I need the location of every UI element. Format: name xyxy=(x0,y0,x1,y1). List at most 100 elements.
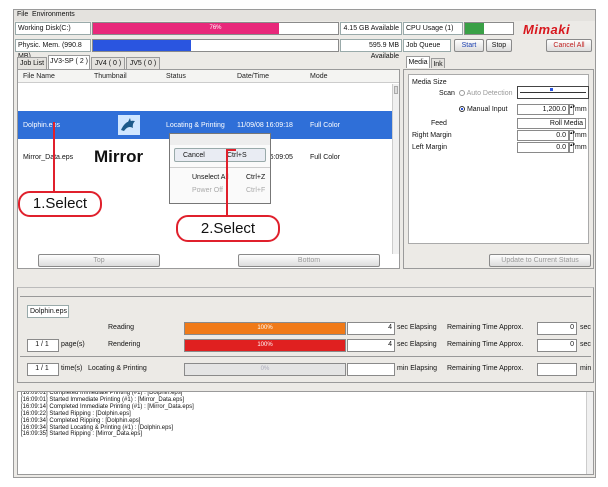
app-window: File Environments Working Disk(C:) 76% 4… xyxy=(13,9,596,478)
locating-elapsing-label: min Elapsing xyxy=(397,365,438,372)
radio-on-icon xyxy=(459,106,465,113)
reading-sec-unit: sec xyxy=(580,324,591,331)
media-size-title: Media Size xyxy=(412,79,447,86)
unit-label: mm xyxy=(575,144,587,151)
phys-mem-label: Physic. Mem. (990.8 MB) xyxy=(15,39,91,60)
row-datetime: 11/09/08 16:09:18 xyxy=(237,122,293,129)
media-width-graphic xyxy=(517,86,589,99)
context-menu-cancel[interactable]: Cancel Ctrl+S xyxy=(174,148,266,162)
scroll-down-icon[interactable] xyxy=(394,264,398,270)
stop-button[interactable]: Stop xyxy=(486,39,512,52)
menu-file[interactable]: File xyxy=(17,11,28,18)
tab-jv5[interactable]: JV5 ( 0 ) xyxy=(126,57,160,69)
tab-jv4[interactable]: JV4 ( 0 ) xyxy=(91,57,125,69)
scroll-up-icon[interactable] xyxy=(394,86,398,94)
bottom-button[interactable]: Bottom xyxy=(238,254,380,267)
pages-counter: 1 / 1 xyxy=(27,339,59,352)
times-label: time(s) xyxy=(61,365,83,372)
tab-jv3-sp[interactable]: JV3-SP ( 2 ) xyxy=(48,55,90,69)
callout-2-pointer xyxy=(226,149,228,215)
media-center-marker xyxy=(550,88,553,91)
start-button[interactable]: Start xyxy=(454,39,484,52)
row-file-name: Mirror_Data.eps xyxy=(23,154,74,161)
log-line: [16:09:14] Completed Immediate Printing … xyxy=(21,403,194,410)
callout-2-pointer-arm xyxy=(226,149,236,151)
col-thumbnail[interactable]: Thumbnail xyxy=(94,70,127,83)
rendering-label: Rendering xyxy=(108,341,141,348)
log-line: [16:09:34] Completed Ripping : [Dolphin.… xyxy=(21,417,141,424)
callout-1-select: 1.Select xyxy=(18,191,102,217)
locating-bar: 0% xyxy=(184,363,346,376)
svg-text:Mimaki: Mimaki xyxy=(523,22,570,36)
context-menu: Cancel Ctrl+S Unselect All Ctrl+Z Power … xyxy=(169,133,271,204)
reading-bar: 100% xyxy=(184,322,346,335)
rendering-elapsing-label: sec Elapsing xyxy=(397,341,437,348)
log-line: [16:09:22] Started Ripping : [Dolphin.ep… xyxy=(21,410,131,417)
tab-media[interactable]: Media xyxy=(406,56,430,68)
scan-label: Scan xyxy=(439,90,455,97)
row-mode: Full Color xyxy=(310,154,340,161)
working-disk-bar: 76% xyxy=(92,22,339,35)
context-menu-hidden-item xyxy=(170,134,270,145)
radio-off-icon xyxy=(459,90,465,97)
progress-panel: Dolphin.eps Reading 100% 4 sec Elapsing … xyxy=(17,287,594,383)
row-mode: Full Color xyxy=(310,122,340,129)
job-queue-label: Job Queue xyxy=(403,39,451,52)
tab-ink[interactable]: Ink xyxy=(431,58,445,68)
menu-bar: File Environments xyxy=(14,10,595,21)
unit-label: mm xyxy=(575,132,587,139)
unselect-menu-shortcut: Ctrl+Z xyxy=(246,174,266,181)
rendering-seconds: 4 xyxy=(347,339,395,352)
auto-detection-label: Auto Detection xyxy=(466,90,513,97)
phys-mem-pct: 40% xyxy=(209,42,222,48)
log-panel: [16:09:01] Completed Immediate Printing … xyxy=(17,391,594,475)
top-button[interactable]: Top xyxy=(38,254,160,267)
col-datetime[interactable]: Date/Time xyxy=(237,70,269,83)
rendering-pct: 100% xyxy=(257,342,273,348)
context-menu-unselect-all[interactable]: Unselect All Ctrl+Z xyxy=(170,172,270,183)
manual-input-label: Manual Input xyxy=(466,106,508,113)
log-lines: [16:09:01] Completed Immediate Printing … xyxy=(21,392,593,438)
times-counter: 1 / 1 xyxy=(27,363,59,376)
update-status-button[interactable]: Update to Current Status xyxy=(489,254,591,267)
right-margin-label: Right Margin xyxy=(412,132,452,139)
left-margin-input[interactable]: 0.0 xyxy=(517,142,569,153)
manual-width-spinner-icon[interactable]: ▴▾ xyxy=(569,104,575,115)
auto-detection-radio[interactable]: Auto Detection xyxy=(459,88,512,99)
reading-remaining-value: 0 xyxy=(537,322,577,335)
media-settings: Media Size Scan Auto Detection Manual In… xyxy=(408,74,589,244)
locating-label: Locating & Printing xyxy=(88,365,147,372)
left-margin-spinner-icon[interactable]: ▴▾ xyxy=(569,142,575,153)
context-menu-power-off[interactable]: Power Off Ctrl+F xyxy=(170,185,270,196)
manual-width-input[interactable]: 1,200.0 xyxy=(517,104,569,115)
right-margin-input[interactable]: 0.0 xyxy=(517,130,569,141)
progress-file-name: Dolphin.eps xyxy=(27,305,69,318)
media-panel: Media Ink Media Size Scan Auto Detection… xyxy=(403,56,594,269)
menu-environments[interactable]: Environments xyxy=(32,11,75,18)
log-scrollbar[interactable] xyxy=(586,392,593,474)
reading-remaining-label: Remaining Time Approx. xyxy=(447,324,524,331)
status-row-mem: Physic. Mem. (990.8 MB) 40% 595.9 MB Ava… xyxy=(14,39,595,60)
locating-minutes xyxy=(347,363,395,376)
cpu-usage-bar: 4% xyxy=(464,22,514,35)
cancel-menu-label: Cancel xyxy=(183,152,205,159)
locating-min-unit: min xyxy=(580,365,592,372)
feed-value: Roll Media xyxy=(517,118,586,129)
manual-input-radio[interactable]: Manual Input xyxy=(459,104,507,115)
dolphin-thumbnail xyxy=(118,115,140,135)
power-off-menu-shortcut: Ctrl+F xyxy=(246,187,266,194)
locating-remaining-label: Remaining Time Approx. xyxy=(447,365,524,372)
col-mode[interactable]: Mode xyxy=(310,70,328,83)
mimaki-logo: Mimaki xyxy=(521,22,593,37)
right-margin-spinner-icon[interactable]: ▴▾ xyxy=(569,130,575,141)
cancel-all-button[interactable]: Cancel All xyxy=(546,39,592,52)
rendering-bar: 100% xyxy=(184,339,346,352)
log-line: [16:09:35] Started Ripping : [Mirror_Dat… xyxy=(21,431,143,438)
tab-job-list[interactable]: Job List xyxy=(17,57,47,69)
callout-2-select: 2.Select xyxy=(176,215,280,242)
feed-label: Feed xyxy=(431,120,447,127)
col-file-name[interactable]: File Name xyxy=(23,70,55,83)
job-list-scrollbar[interactable] xyxy=(392,84,399,254)
phys-mem-available: 595.9 MB Available xyxy=(340,39,402,60)
col-status[interactable]: Status xyxy=(166,70,186,83)
